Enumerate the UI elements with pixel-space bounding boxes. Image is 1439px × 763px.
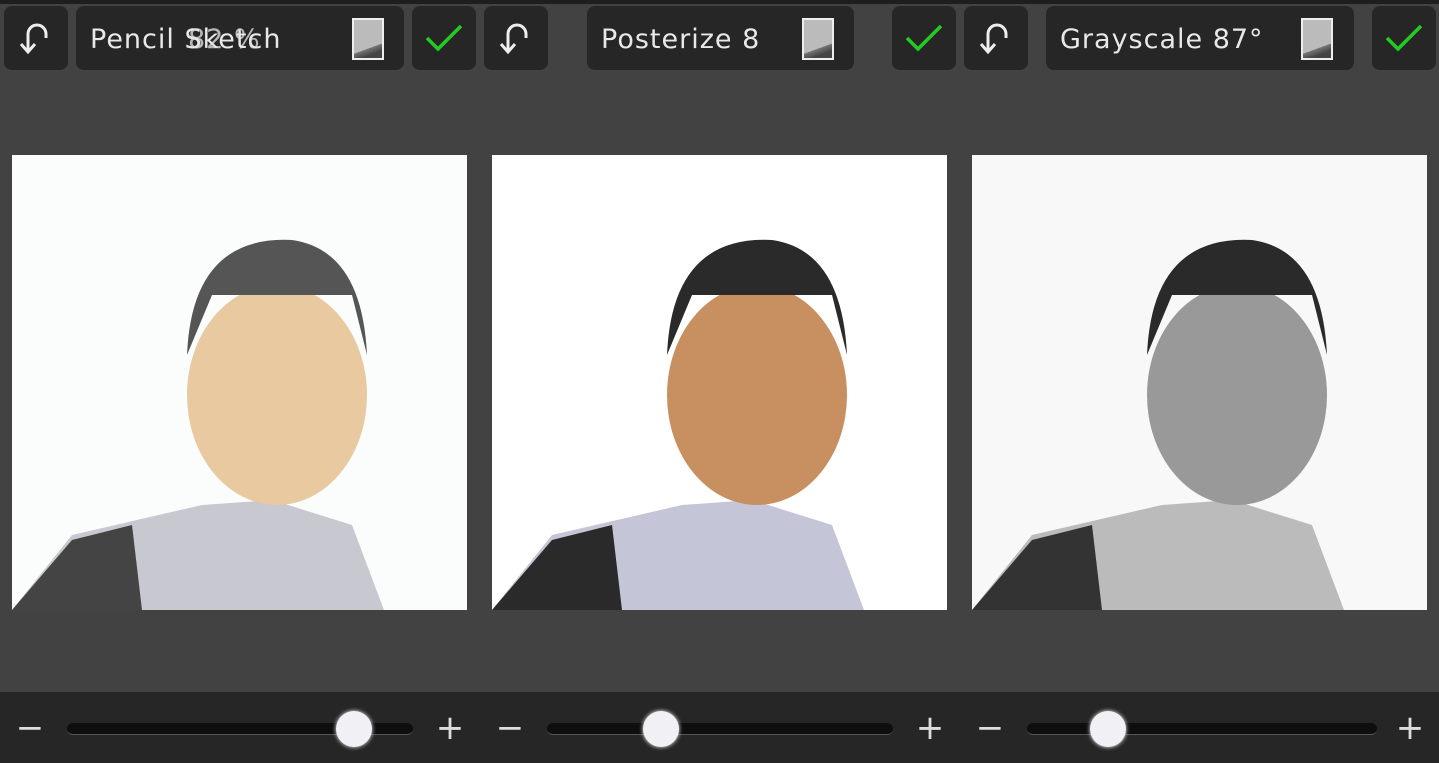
check-icon (1385, 24, 1423, 52)
apply-button-2[interactable] (892, 6, 956, 70)
decrease-button-3[interactable]: − (975, 711, 1005, 745)
compare-swatch-icon[interactable] (802, 18, 834, 60)
apply-button-3[interactable] (1372, 6, 1436, 70)
preview-grayscale (972, 155, 1427, 610)
apply-button-1[interactable] (412, 6, 476, 70)
filter-value: 82 % (188, 24, 261, 55)
decrease-button-1[interactable]: − (15, 711, 45, 745)
check-icon (905, 24, 943, 52)
undo-button-2[interactable] (484, 6, 548, 70)
decrease-button-2[interactable]: − (495, 711, 525, 745)
undo-icon (979, 23, 1008, 55)
slider-thumb-1[interactable] (336, 711, 373, 747)
slider-track-2[interactable] (547, 723, 893, 735)
check-icon (425, 24, 463, 52)
filter-label-1[interactable]: Pencil Sketch 82 % (76, 6, 404, 70)
filter-label-2[interactable]: Posterize 8 (587, 6, 854, 70)
preview-posterize (492, 155, 947, 610)
undo-button-1[interactable] (4, 6, 68, 70)
slider-thumb-2[interactable] (643, 711, 680, 747)
compare-swatch-icon[interactable] (1301, 18, 1333, 60)
undo-icon (499, 23, 528, 55)
increase-button-1[interactable]: + (435, 711, 465, 745)
top-edge (0, 0, 1439, 4)
filter-name: Posterize 8 (601, 24, 761, 55)
filter-label-3[interactable]: Grayscale 87° (1046, 6, 1354, 70)
compare-swatch-icon[interactable] (352, 18, 384, 60)
undo-icon (19, 23, 48, 55)
increase-button-3[interactable]: + (1395, 711, 1425, 745)
increase-button-2[interactable]: + (915, 711, 945, 745)
slider-track-3[interactable] (1027, 723, 1377, 735)
preview-pencil-sketch (12, 155, 467, 610)
undo-button-3[interactable] (964, 6, 1028, 70)
slider-thumb-3[interactable] (1089, 711, 1126, 747)
filter-name: Grayscale 87° (1060, 24, 1264, 55)
